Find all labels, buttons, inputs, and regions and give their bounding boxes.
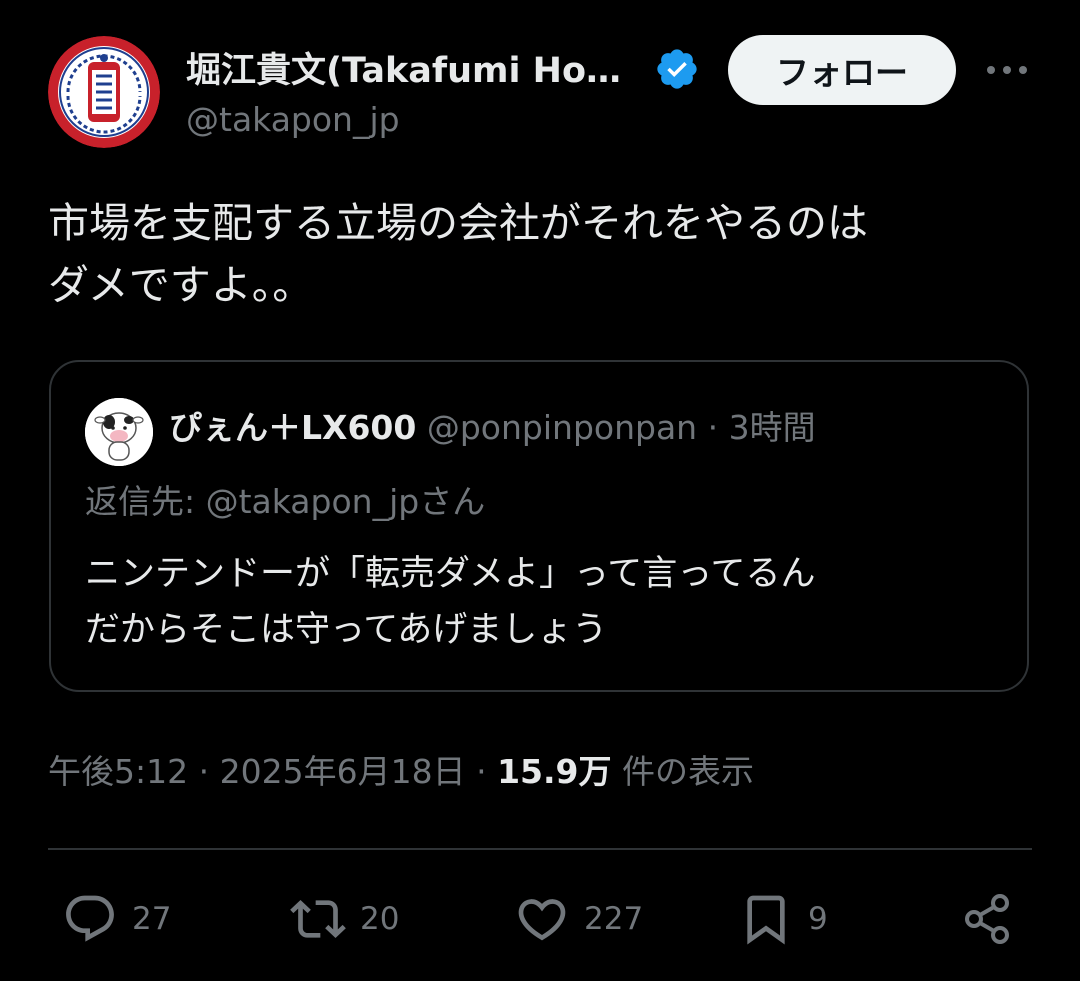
reply-count: 27	[132, 901, 172, 937]
onsen-festival-logo-icon	[48, 36, 160, 148]
divider	[48, 848, 1032, 850]
tweet-date[interactable]: 2025年6月18日	[220, 752, 466, 791]
tweet-text: 市場を支配する立場の会社がそれをやるのは ダメですよ。。	[48, 192, 1038, 316]
more-options-icon[interactable]	[982, 50, 1032, 90]
quote-header: ぴぇん＋LX600 @ponpinponpan · 3時間	[169, 406, 816, 450]
verified-badge-icon	[657, 49, 697, 89]
quote-text: ニンテンドーが「転売ダメよ」って言ってるん だからそこは守ってあげましょう	[85, 546, 1005, 658]
like-button[interactable]: 227	[514, 890, 643, 948]
share-icon[interactable]	[960, 890, 1016, 948]
quote-time[interactable]: 3時間	[729, 408, 816, 447]
author-avatar[interactable]	[48, 36, 160, 148]
bookmark-icon	[747, 895, 785, 945]
reply-icon	[66, 895, 114, 942]
meta-separator: ·	[476, 752, 487, 791]
views-label: 件の表示	[622, 752, 755, 791]
quote-author-avatar[interactable]	[85, 398, 153, 466]
tweet-text-line: 市場を支配する立場の会社がそれをやるのは	[48, 199, 868, 247]
tweet-time[interactable]: 午後5:12	[48, 752, 188, 791]
bookmark-count: 9	[808, 901, 828, 937]
bookmark-button[interactable]: 9	[738, 890, 828, 948]
cow-character-icon	[85, 398, 153, 466]
tweet-text-line: ダメですよ。。	[48, 261, 314, 309]
heart-icon	[518, 899, 566, 941]
author-display-name[interactable]: 堀江貴文(Takafumi Ho…	[186, 42, 621, 93]
quote-author-name[interactable]: ぴぇん＋LX600	[169, 408, 416, 447]
reply-button[interactable]: 27	[62, 890, 171, 948]
repost-button[interactable]: 20	[290, 890, 399, 948]
quote-author-handle[interactable]: @ponpinponpan	[427, 408, 697, 447]
quote-text-line: だからそこは守ってあげましょう	[85, 610, 608, 650]
tweet-meta: 午後5:12 · 2025年6月18日 · 15.9万 件の表示	[48, 750, 754, 794]
like-count: 227	[584, 901, 644, 937]
quote-separator: ·	[707, 408, 719, 447]
quote-reply-to: 返信先: @takapon_jpさん	[85, 482, 486, 521]
follow-button[interactable]: フォロー	[728, 35, 956, 105]
meta-separator: ·	[198, 752, 210, 791]
author-handle[interactable]: @takapon_jp	[186, 100, 400, 139]
repost-icon	[290, 900, 346, 938]
repost-count: 20	[360, 901, 400, 937]
views-count[interactable]: 15.9万	[497, 752, 611, 791]
quote-text-line: ニンテンドーが「転売ダメよ」って言ってるん	[85, 554, 816, 594]
quoted-tweet-card[interactable]: ぴぇん＋LX600 @ponpinponpan · 3時間 返信先: @taka…	[49, 360, 1029, 692]
